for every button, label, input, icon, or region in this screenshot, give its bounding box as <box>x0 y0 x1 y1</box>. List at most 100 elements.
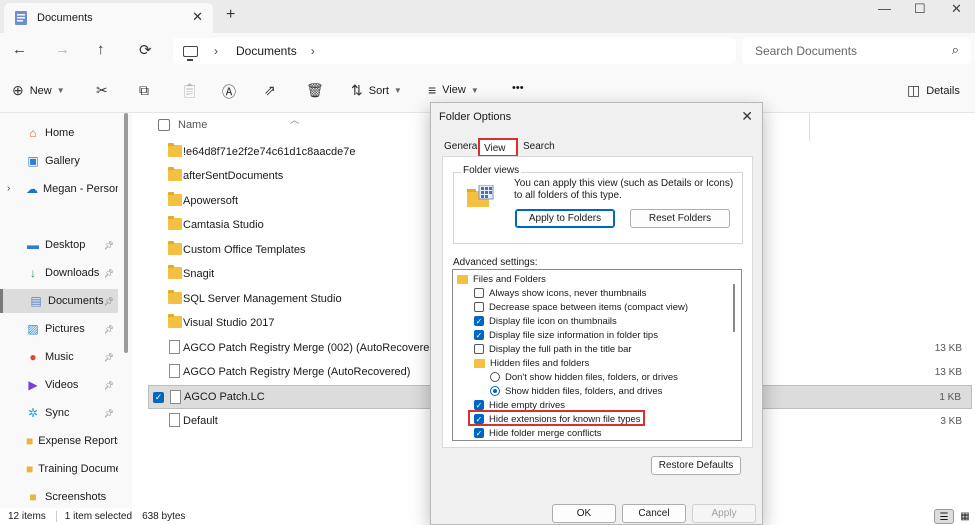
file-name: AGCO Patch Registry Merge (AutoRecovered… <box>183 366 411 378</box>
sidebar-item-downloads[interactable]: ↓ Downloads 📌︎ <box>0 261 118 285</box>
chevron-right-icon[interactable]: › <box>214 44 218 58</box>
tab-title: Documents <box>37 12 93 24</box>
back-arrow-icon[interactable]: ← <box>12 41 27 58</box>
up-arrow-icon[interactable]: ↑ <box>97 41 105 58</box>
sidebar-item-sync[interactable]: ✲ Sync 📌︎ <box>0 401 118 425</box>
row-checkbox[interactable]: ✓ <box>153 391 164 403</box>
sidebar-item-gallery[interactable]: ▣ Gallery <box>0 149 118 173</box>
view-button[interactable]: ≡ View ▼ <box>428 82 479 98</box>
sort-icon: ⇅ <box>351 82 363 98</box>
share-button[interactable]: ⇗ <box>264 82 282 99</box>
file-name: Default <box>183 415 218 427</box>
share-icon: ⇗ <box>264 82 276 98</box>
sidebar-item-home[interactable]: ⌂ Home <box>0 121 118 145</box>
scissors-icon: ✂ <box>96 82 108 98</box>
sidebar-item-screenshots[interactable]: ■ Screenshots <box>0 485 118 509</box>
maximize-button[interactable]: ☐ <box>914 1 926 17</box>
checkbox-checked[interactable]: ✓ <box>474 316 484 326</box>
divider <box>55 511 57 522</box>
sidebar-item-music[interactable]: ● Music 📌︎ <box>0 345 118 369</box>
sidebar-item-onedrive[interactable]: ☁ Megan - Personal <box>0 177 118 201</box>
sidebar-item-expense-reports[interactable]: ■ Expense Reports <box>0 429 118 453</box>
copy-button[interactable]: ⧉ <box>139 82 155 99</box>
videos-icon: ▶ <box>28 378 38 392</box>
pin-icon: 📌︎ <box>103 380 114 390</box>
folder-icon <box>168 143 182 157</box>
checkbox-checked[interactable]: ✓ <box>474 330 484 340</box>
cancel-button[interactable]: Cancel <box>622 504 686 523</box>
folder-views-label: Folder views <box>461 165 522 176</box>
tab-search[interactable]: Search <box>519 138 559 157</box>
setting-hide-merge-conflicts[interactable]: ✓ Hide folder merge conflicts <box>474 426 601 440</box>
sidebar-item-videos[interactable]: ▶ Videos 📌︎ <box>0 373 118 397</box>
cut-button[interactable]: ✂ <box>96 82 114 99</box>
details-button[interactable]: ◫ Details <box>907 82 960 99</box>
setting-compact-view[interactable]: Decrease space between items (compact vi… <box>474 300 688 314</box>
close-tab-icon[interactable]: ✕ <box>192 9 203 25</box>
chevron-right-icon[interactable]: › <box>311 44 315 58</box>
checkbox-checked[interactable]: ✓ <box>474 400 484 410</box>
sidebar-item-training-documents[interactable]: ■ Training Documents <box>0 457 118 481</box>
checkbox-checked[interactable]: ✓ <box>474 428 484 438</box>
radio-button-selected[interactable] <box>490 386 500 396</box>
sidebar-item-documents[interactable]: ▤ Documents 📌︎ <box>0 289 118 313</box>
document-icon <box>169 413 180 427</box>
sort-button[interactable]: ⇅ Sort ▼ <box>351 82 402 99</box>
new-tab-button[interactable]: + <box>226 6 235 24</box>
close-window-button[interactable]: ✕ <box>951 1 962 17</box>
nav-scrollbar[interactable] <box>124 113 128 353</box>
sidebar-item-label: Sync <box>45 407 70 419</box>
column-header-name[interactable]: Name <box>158 119 207 131</box>
file-name: afterSentDocuments <box>183 170 284 182</box>
tab-view[interactable]: View <box>478 138 518 157</box>
file-size: 13 KB <box>934 366 962 378</box>
breadcrumb[interactable]: Documents <box>236 44 297 58</box>
sidebar-item-label: Pictures <box>45 323 85 335</box>
chevron-down-icon: ▼ <box>470 85 479 95</box>
checkbox[interactable] <box>474 344 484 354</box>
apply-button[interactable]: Apply <box>692 504 756 523</box>
reset-folders-button[interactable]: Reset Folders <box>630 209 730 228</box>
more-options-button[interactable]: ••• <box>512 82 524 94</box>
delete-button[interactable]: 🗑︎ <box>306 82 330 99</box>
sidebar-item-label: Screenshots <box>45 491 107 503</box>
file-name: SQL Server Management Studio <box>183 293 342 305</box>
new-button[interactable]: ⊕ New ▼ <box>12 82 65 99</box>
file-name: Snagit <box>183 268 215 280</box>
tab-documents[interactable]: Documents ✕ <box>4 3 213 33</box>
sidebar-item-pictures[interactable]: ▨ Pictures 📌︎ <box>0 317 118 341</box>
refresh-icon[interactable]: ⟳ <box>139 41 152 59</box>
column-divider[interactable] <box>809 113 810 141</box>
paste-button[interactable]: 📋︎ <box>181 82 205 99</box>
close-icon[interactable]: ✕ <box>741 108 753 125</box>
file-name: AGCO Patch Registry Merge (002) (AutoRec… <box>183 342 440 354</box>
pin-icon: 📌︎ <box>103 324 114 334</box>
checkbox[interactable] <box>474 302 484 312</box>
setting-file-size-tips[interactable]: ✓ Display file size information in folder… <box>474 328 658 342</box>
checkbox[interactable] <box>474 288 484 298</box>
tiles-view-icon[interactable]: ▦ <box>955 509 975 524</box>
rename-button[interactable]: Ⓐ <box>222 82 242 102</box>
apply-to-folders-button[interactable]: Apply to Folders <box>515 209 615 228</box>
search-input[interactable]: Search Documents ⌕ <box>742 38 971 64</box>
ok-button[interactable]: OK <box>552 504 616 523</box>
advanced-settings-tree[interactable]: Files and Folders Always show icons, nev… <box>452 269 742 441</box>
address-bar-row: ← → ↑ ⟳ › Documents › Search Documents ⌕ <box>0 33 975 69</box>
select-all-checkbox[interactable] <box>158 119 170 131</box>
tree-scrollbar[interactable] <box>733 284 735 332</box>
setting-always-show-icons[interactable]: Always show icons, never thumbnails <box>474 286 646 300</box>
minimize-button[interactable]: — <box>878 1 891 16</box>
restore-defaults-button[interactable]: Restore Defaults <box>651 456 741 475</box>
radio-button[interactable] <box>490 372 500 382</box>
tree-group-hidden-files: Hidden files and folders <box>474 356 589 370</box>
file-size: 3 KB <box>940 415 962 427</box>
sidebar-item-label: Documents <box>48 295 104 307</box>
details-view-icon[interactable]: ☰ <box>934 509 954 524</box>
setting-dont-show-hidden[interactable]: Don't show hidden files, folders, or dri… <box>490 370 678 384</box>
setting-file-icon-thumbnails[interactable]: ✓ Display file icon on thumbnails <box>474 314 617 328</box>
forward-arrow-icon[interactable]: → <box>55 41 70 58</box>
sidebar-item-desktop[interactable]: ▬ Desktop 📌︎ <box>0 233 118 257</box>
setting-full-path-title[interactable]: Display the full path in the title bar <box>474 342 632 356</box>
setting-show-hidden[interactable]: Show hidden files, folders, and drives <box>490 384 662 398</box>
address-bar[interactable]: › Documents › <box>173 38 736 64</box>
